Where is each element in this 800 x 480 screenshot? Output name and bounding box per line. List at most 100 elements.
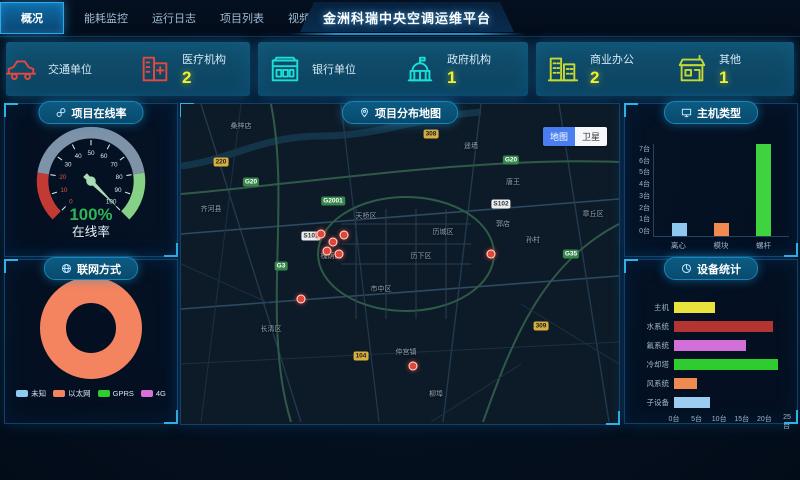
map-place-label: 唐王	[506, 177, 520, 187]
stat-item-3: 政府机构1	[393, 42, 528, 96]
device-row-子设备: 子设备	[631, 393, 787, 412]
panel-title-online-rate: 项目在线率	[72, 105, 127, 121]
host-chart-y-axis: 7台6台5台4台3台2台1台0台	[633, 144, 653, 236]
svg-text:70: 70	[110, 161, 118, 168]
hospital-icon	[138, 52, 172, 86]
map-place-label: 桑梓店	[231, 121, 252, 131]
legend-item-未知[interactable]: 未知	[16, 388, 46, 399]
x-tick: 25台	[783, 414, 791, 431]
title-underline	[290, 33, 524, 35]
road-badge-G20: G20	[503, 156, 519, 165]
stat-value: 1	[447, 68, 491, 88]
map-place-label: 历下区	[411, 251, 432, 261]
location-pin-icon	[359, 107, 370, 118]
x-tick: 5台	[691, 414, 702, 424]
svg-text:60: 60	[100, 153, 108, 160]
bar-冷却塔	[674, 359, 778, 370]
stat-label: 医疗机构	[182, 51, 226, 67]
road-badge-S102: S102	[491, 200, 510, 209]
project-distribution-map[interactable]: 桑梓店济阳遥墙唐王章丘区齐河县天桥区历城区郭店槐荫区历下区市中区长清区孙村仲宫镇…	[181, 104, 619, 424]
project-marker-5[interactable]	[487, 250, 496, 259]
map-place-label: 长清区	[261, 324, 282, 334]
device-row-label: 冷却塔	[631, 359, 674, 370]
project-marker-7[interactable]	[409, 362, 418, 371]
road-badge-G2001: G2001	[321, 197, 345, 206]
legend-label: 以太网	[68, 388, 91, 399]
map-type-button-卫星[interactable]: 卫星	[575, 127, 607, 146]
panel-header-network: 联网方式	[44, 257, 138, 280]
road-badge-G35: G35	[563, 250, 579, 259]
bar-模块	[714, 223, 729, 236]
map-roads	[181, 104, 619, 422]
shop-icon	[675, 52, 709, 86]
bar-主机	[674, 302, 715, 313]
legend-item-以太网[interactable]: 以太网	[53, 388, 91, 399]
panel-title-host: 主机类型	[697, 105, 741, 121]
panel-header-device: 设备统计	[664, 257, 758, 280]
panel-title-device: 设备统计	[697, 261, 741, 277]
network-donut-chart	[40, 277, 142, 379]
x-category: 模块	[713, 240, 728, 251]
stat-item-1: 医疗机构2	[128, 42, 250, 96]
panel-title-network: 联网方式	[77, 261, 121, 277]
map-place-label: 遥墙	[464, 141, 478, 151]
panel-project-online-rate: 项目在线率 0102030405060708090100 100% 在线率	[4, 103, 178, 257]
legend-item-GPRS[interactable]: GPRS	[98, 388, 134, 399]
legend-label: 4G	[156, 389, 166, 398]
dashboard: 概况能耗监控运行日志项目列表视频监控 金洲科瑞中央空调运维平台 交通单位医疗机构…	[0, 0, 800, 480]
nav-item-2[interactable]: 运行日志	[152, 10, 196, 26]
project-marker-6[interactable]	[297, 295, 306, 304]
stat-card-office-other: 商业办公2其他1	[536, 42, 794, 96]
svg-text:90: 90	[115, 187, 123, 194]
device-stats-bar-chart: 主机水系统氟系统冷却塔风系统子设备 0台5台10台15台20台25台	[631, 298, 787, 417]
device-chart-x-axis: 0台5台10台15台20台25台	[674, 414, 787, 424]
x-tick: 10台	[712, 414, 727, 424]
nav-item-3[interactable]: 项目列表	[220, 10, 264, 26]
svg-text:50: 50	[87, 150, 95, 157]
x-category: 离心	[671, 240, 686, 251]
map-place-label: 孙村	[526, 235, 540, 245]
gauge-chart: 0102030405060708090100 100% 在线率	[5, 104, 177, 238]
legend-swatch	[98, 390, 110, 397]
road-badge-G3: G3	[275, 262, 288, 271]
device-row-label: 子设备	[631, 397, 674, 408]
project-marker-1[interactable]	[329, 238, 338, 247]
host-chart-plot	[653, 144, 789, 237]
legend-swatch	[53, 390, 65, 397]
map-place-label: 郭店	[496, 219, 510, 229]
map-place-label: 天桥区	[356, 211, 377, 221]
device-row-水系统: 水系统	[631, 317, 787, 336]
bar-螺杆	[756, 144, 771, 236]
legend-label: GPRS	[113, 389, 134, 398]
gauge-value: 100%	[69, 205, 112, 224]
bar-氟系统	[674, 340, 746, 351]
nav-item-1[interactable]: 能耗监控	[84, 10, 128, 26]
top-nav: 概况能耗监控运行日志项目列表视频监控 金洲科瑞中央空调运维平台	[0, 0, 800, 37]
project-marker-2[interactable]	[340, 231, 349, 240]
project-marker-3[interactable]	[323, 247, 332, 256]
map-type-button-地图[interactable]: 地图	[543, 127, 575, 146]
project-marker-4[interactable]	[335, 250, 344, 259]
road-badge-220: 220	[214, 158, 229, 167]
panel-title-map: 项目分布地图	[375, 105, 441, 121]
project-marker-0[interactable]	[317, 230, 326, 239]
x-tick: 15台	[734, 414, 749, 424]
x-tick: 0台	[669, 414, 680, 424]
gauge-label: 在线率	[72, 224, 110, 238]
svg-text:30: 30	[64, 161, 72, 168]
panel-project-map: 桑梓店济阳遥墙唐王章丘区齐河县天桥区历城区郭店槐荫区历下区市中区长清区孙村仲宫镇…	[180, 103, 620, 425]
device-row-冷却塔: 冷却塔	[631, 355, 787, 374]
nav-item-0[interactable]: 概况	[0, 2, 64, 34]
map-place-label: 仲宫镇	[396, 347, 417, 357]
svg-text:40: 40	[75, 153, 83, 160]
gauge-ticks: 0102030405060708090100	[50, 140, 131, 210]
panel-header-online-rate: 项目在线率	[39, 101, 144, 124]
map-place-label: 齐河县	[201, 204, 222, 214]
bar-子设备	[674, 397, 710, 408]
stat-label: 交通单位	[48, 61, 92, 77]
device-row-label: 水系统	[631, 321, 674, 332]
x-tick: 20台	[757, 414, 772, 424]
legend-item-4G[interactable]: 4G	[141, 388, 166, 399]
device-row-label: 风系统	[631, 378, 674, 389]
globe-icon	[61, 263, 72, 274]
